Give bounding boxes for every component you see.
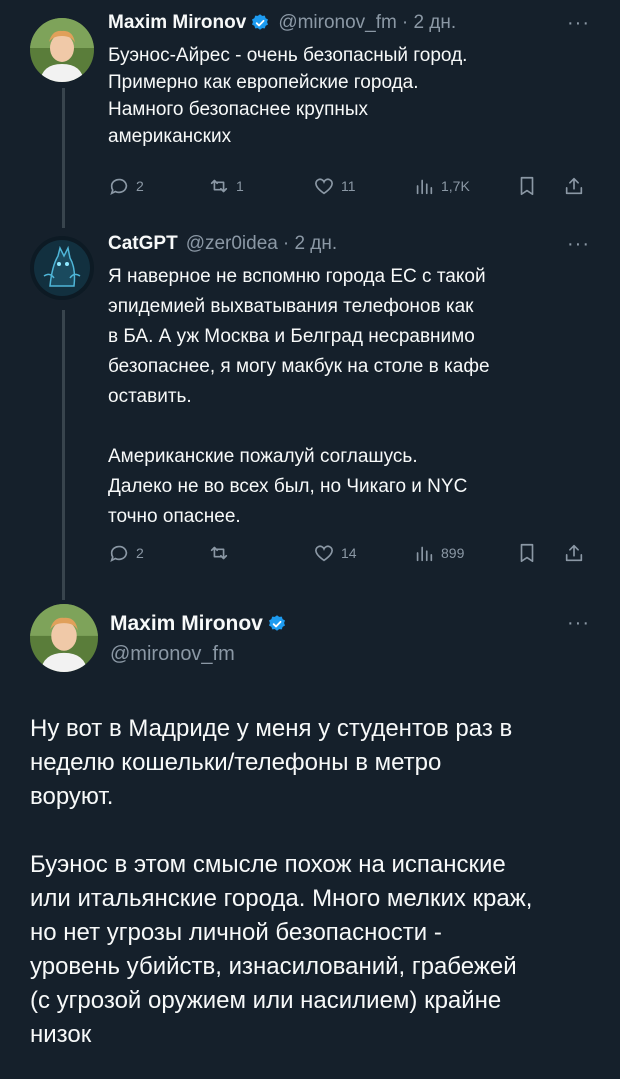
heart-icon — [315, 178, 333, 195]
reply-icon — [110, 178, 128, 195]
more-options-icon[interactable]: ··· — [567, 12, 590, 35]
bookmark-button[interactable] — [516, 175, 538, 197]
author-name[interactable]: Maxim Mironov — [108, 12, 246, 34]
tweet-actions: 2 1 11 1,7K — [108, 175, 588, 199]
share-button[interactable] — [563, 175, 585, 197]
reply-icon — [110, 545, 128, 562]
tweet-header: CatGPT @zer0idea · 2 дн. — [108, 233, 337, 255]
author-name[interactable]: Maxim Mironov — [110, 612, 263, 636]
like-count: 11 — [341, 178, 356, 194]
like-button[interactable]: 14 — [313, 542, 357, 564]
share-icon — [565, 177, 583, 195]
timestamp[interactable]: · 2 дн. — [402, 12, 456, 34]
verified-badge-icon — [250, 13, 270, 33]
views-count: 1,7K — [441, 178, 470, 194]
author-handle[interactable]: @mironov_fm — [110, 643, 235, 666]
verified-badge-icon — [267, 614, 287, 634]
reply-count: 2 — [136, 178, 144, 194]
retweet-icon — [210, 179, 228, 193]
reply-count: 2 — [136, 545, 144, 561]
reply-button[interactable]: 2 — [108, 175, 144, 197]
heart-icon — [315, 545, 333, 562]
retweet-count: 1 — [236, 178, 244, 194]
author-handle[interactable]: @mironov_fm — [278, 12, 397, 34]
more-options-icon[interactable]: ··· — [567, 612, 590, 635]
views-icon — [416, 546, 433, 562]
avatar[interactable] — [30, 604, 98, 672]
bookmark-icon — [520, 176, 534, 196]
author-handle[interactable]: @zer0idea — [186, 233, 278, 255]
bookmark-button[interactable] — [516, 542, 538, 564]
tweet-header: Maxim Mironov — [110, 612, 287, 636]
tweet-text: Буэнос-Айрес - очень безопасный город. П… — [108, 45, 468, 147]
retweet-button[interactable]: 1 — [208, 175, 244, 197]
reply-button[interactable]: 2 — [108, 542, 144, 564]
like-button[interactable]: 11 — [313, 175, 356, 197]
tweet-header: Maxim Mironov @mironov_fm · 2 дн. — [108, 12, 456, 34]
share-icon — [565, 544, 583, 562]
tweet-actions: 2 14 899 — [108, 542, 588, 566]
more-options-icon[interactable]: ··· — [567, 233, 590, 256]
share-button[interactable] — [563, 542, 585, 564]
author-handle-row: @mironov_fm — [110, 643, 235, 666]
retweet-icon — [210, 546, 228, 560]
avatar[interactable] — [30, 18, 94, 82]
tweet-text: Ну вот в Мадриде у меня у студентов раз … — [30, 715, 533, 1048]
avatar[interactable] — [30, 236, 94, 300]
author-name[interactable]: CatGPT — [108, 233, 178, 255]
like-count: 14 — [341, 545, 357, 561]
retweet-button[interactable] — [208, 542, 236, 564]
bookmark-icon — [520, 543, 534, 563]
views-count: 899 — [441, 545, 465, 561]
tweet-text: Я наверное не вспомню города ЕС с такой … — [108, 266, 490, 527]
timestamp[interactable]: · 2 дн. — [283, 233, 337, 255]
thread-line — [62, 310, 65, 600]
views-button[interactable]: 1,7K — [413, 175, 470, 197]
views-icon — [416, 179, 433, 195]
thread-line — [62, 88, 65, 228]
views-button[interactable]: 899 — [413, 542, 464, 564]
